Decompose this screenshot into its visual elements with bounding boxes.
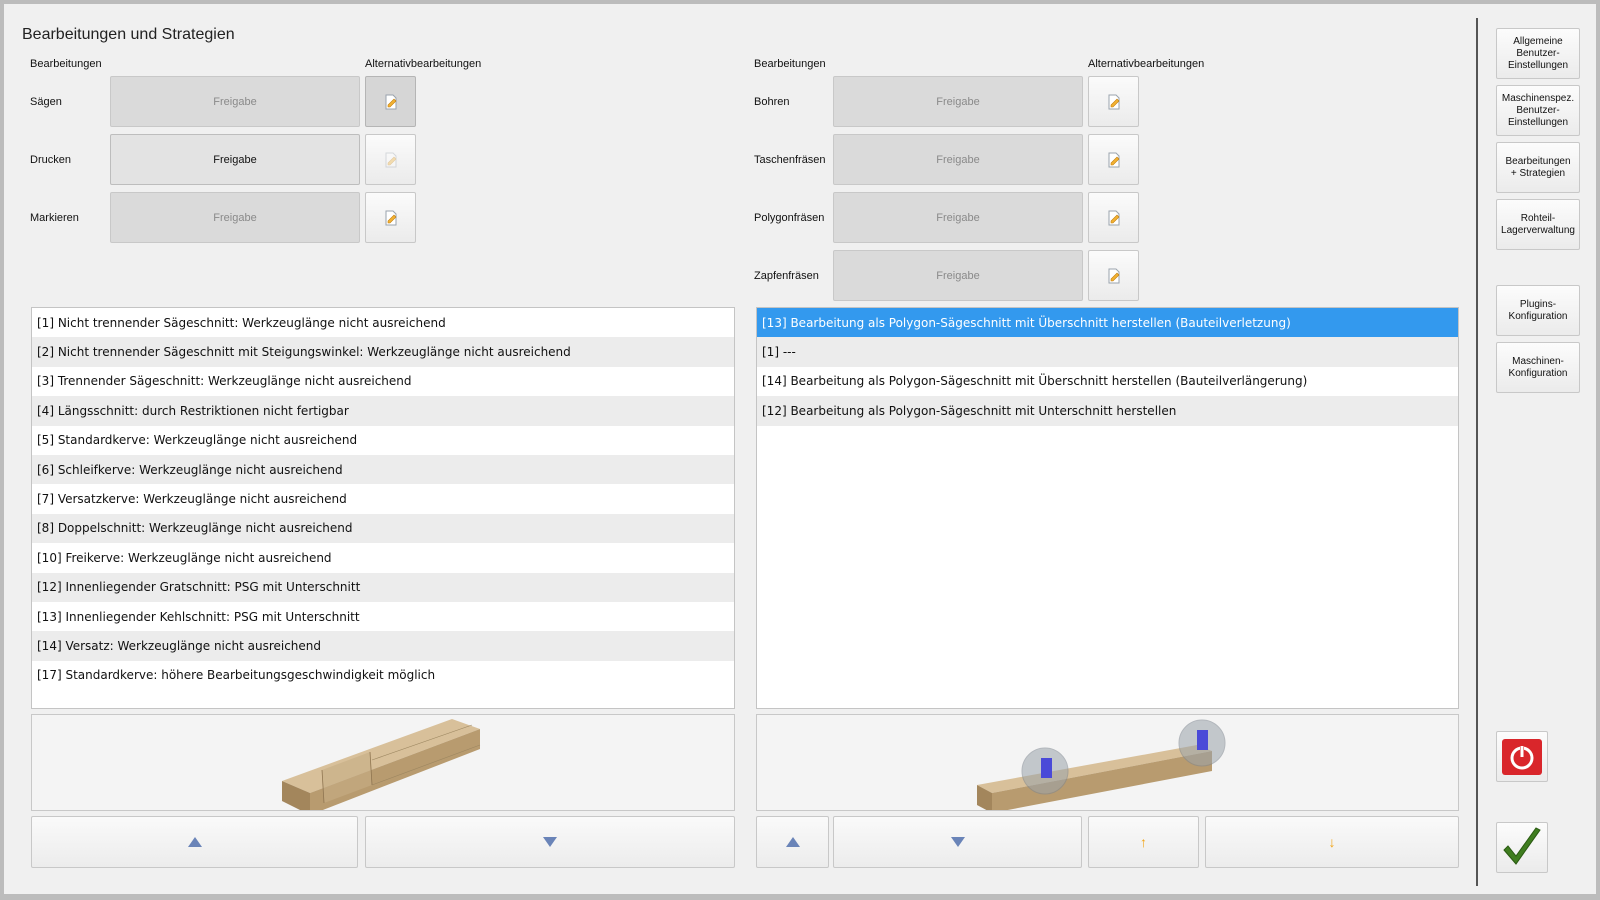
freigabe-button-drucken[interactable]: Freigabe (110, 134, 360, 185)
right-header-alternativ: Alternativbearbeitungen (1088, 58, 1205, 70)
list-item[interactable]: [14] Bearbeitung als Polygon-Sägeschnitt… (757, 367, 1458, 396)
list-item[interactable]: [7] Versatzkerve: Werkzeuglänge nicht au… (32, 484, 734, 513)
alt-button-zapfenfraesen[interactable] (1088, 250, 1139, 301)
right-strategy-list[interactable]: [13] Bearbeitung als Polygon-Sägeschnitt… (756, 307, 1459, 709)
alt-button-taschenfraesen[interactable] (1088, 134, 1139, 185)
sidebar-plugins-konfiguration[interactable]: Plugins- Konfiguration (1496, 285, 1580, 336)
priority-down-arrow-icon: ↓ (1328, 834, 1336, 850)
power-button[interactable] (1496, 731, 1548, 782)
right-preview-image (756, 714, 1459, 813)
edit-icon (1108, 210, 1119, 225)
sidebar-rohteil-lagerverwaltung[interactable]: Rohteil- Lagerverwaltung (1496, 199, 1580, 250)
sidebar-maschinenspez-einstellungen[interactable]: Maschinenspez. Benutzer- Einstellungen (1496, 85, 1580, 136)
row-label-polygonfraesen: Polygonfräsen (754, 212, 825, 224)
list-item[interactable]: [2] Nicht trennender Sägeschnitt mit Ste… (32, 337, 734, 367)
edit-icon (1108, 152, 1119, 167)
alt-button-drucken[interactable] (365, 134, 416, 185)
priority-up-button[interactable]: ↑ (1088, 816, 1199, 868)
checkmark-icon (1503, 826, 1541, 865)
sidebar-bearbeitungen-strategien[interactable]: Bearbeitungen + Strategien (1496, 142, 1580, 193)
list-item[interactable]: [17] Standardkerve: höhere Bearbeitungsg… (32, 661, 734, 690)
freigabe-button-polygonfraesen[interactable]: Freigabe (833, 192, 1083, 243)
list-item[interactable]: [1] --- (757, 337, 1458, 367)
settings-window: Bearbeitungen und Strategien Bearbeitung… (4, 4, 1596, 894)
arrow-up-icon (187, 837, 202, 847)
list-item[interactable]: [6] Schleifkerve: Werkzeuglänge nicht au… (32, 454, 734, 485)
list-item[interactable]: [12] Innenliegender Gratschnitt: PSG mit… (32, 572, 734, 602)
row-label-zapfenfraesen: Zapfenfräsen (754, 270, 819, 282)
list-item[interactable]: [14] Versatz: Werkzeuglänge nicht ausrei… (32, 631, 734, 661)
list-item[interactable]: [10] Freikerve: Werkzeuglänge nicht ausr… (32, 543, 734, 572)
move-up-button-right[interactable] (756, 816, 829, 868)
power-icon (1502, 738, 1542, 775)
freigabe-button-taschenfraesen[interactable]: Freigabe (833, 134, 1083, 185)
list-item[interactable]: [13] Innenliegender Kehlschnitt: PSG mit… (32, 602, 734, 631)
timber-beam-illustration (282, 719, 481, 815)
edit-icon (385, 94, 396, 109)
sidebar-allgemeine-einstellungen[interactable]: Allgemeine Benutzer- Einstellungen (1496, 28, 1580, 79)
list-item[interactable]: [8] Doppelschnitt: Werkzeuglänge nicht a… (32, 513, 734, 544)
move-up-button-left[interactable] (31, 816, 358, 868)
row-label-drucken: Drucken (30, 154, 71, 166)
freigabe-button-zapfenfraesen[interactable]: Freigabe (833, 250, 1083, 301)
edit-icon (385, 210, 396, 225)
arrow-down-icon (950, 837, 965, 847)
alt-button-markieren[interactable] (365, 192, 416, 243)
list-item[interactable]: [3] Trennender Sägeschnitt: Werkzeugläng… (32, 367, 734, 396)
arrow-down-icon (543, 837, 557, 847)
left-header-bearbeitungen: Bearbeitungen (30, 58, 102, 70)
right-header-bearbeitungen: Bearbeitungen (754, 58, 826, 70)
freigabe-button-markieren[interactable]: Freigabe (110, 192, 360, 243)
list-item[interactable]: [1] Nicht trennender Sägeschnitt: Werkze… (32, 308, 734, 337)
freigabe-button-bohren[interactable]: Freigabe (833, 76, 1083, 127)
sidebar-divider (1476, 18, 1478, 886)
row-label-saegen: Sägen (30, 96, 62, 108)
left-header-alternativ: Alternativbearbeitungen (365, 58, 482, 70)
page-title: Bearbeitungen und Strategien (22, 26, 235, 43)
freigabe-button-saegen[interactable]: Freigabe (110, 76, 360, 127)
move-down-button-left[interactable] (365, 816, 735, 868)
priority-down-button[interactable]: ↓ (1205, 816, 1459, 868)
edit-icon (1108, 94, 1119, 109)
edit-icon (385, 152, 396, 167)
list-item[interactable]: [12] Bearbeitung als Polygon-Sägeschnitt… (757, 396, 1458, 426)
edit-icon (1108, 268, 1119, 283)
row-label-markieren: Markieren (30, 212, 79, 224)
list-item[interactable]: [5] Standardkerve: Werkzeuglänge nicht a… (32, 426, 734, 455)
alt-button-bohren[interactable] (1088, 76, 1139, 127)
row-label-bohren: Bohren (754, 96, 790, 108)
alt-button-polygonfraesen[interactable] (1088, 192, 1139, 243)
confirm-button[interactable] (1496, 822, 1548, 873)
list-item[interactable]: [4] Längsschnitt: durch Restriktionen ni… (32, 396, 734, 426)
sidebar-maschinen-konfiguration[interactable]: Maschinen- Konfiguration (1496, 342, 1580, 393)
priority-up-arrow-icon: ↑ (1140, 834, 1147, 850)
row-label-taschenfraesen: Taschenfräsen (754, 154, 826, 166)
arrow-up-icon (785, 837, 800, 847)
move-down-button-right[interactable] (833, 816, 1082, 868)
timber-beam-saw-illustration (977, 719, 1226, 813)
list-item-selected[interactable]: [13] Bearbeitung als Polygon-Sägeschnitt… (757, 308, 1458, 338)
alt-button-saegen[interactable] (365, 76, 416, 127)
left-strategy-list[interactable]: [1] Nicht trennender Sägeschnitt: Werkze… (31, 307, 735, 709)
left-preview-image (31, 714, 735, 815)
